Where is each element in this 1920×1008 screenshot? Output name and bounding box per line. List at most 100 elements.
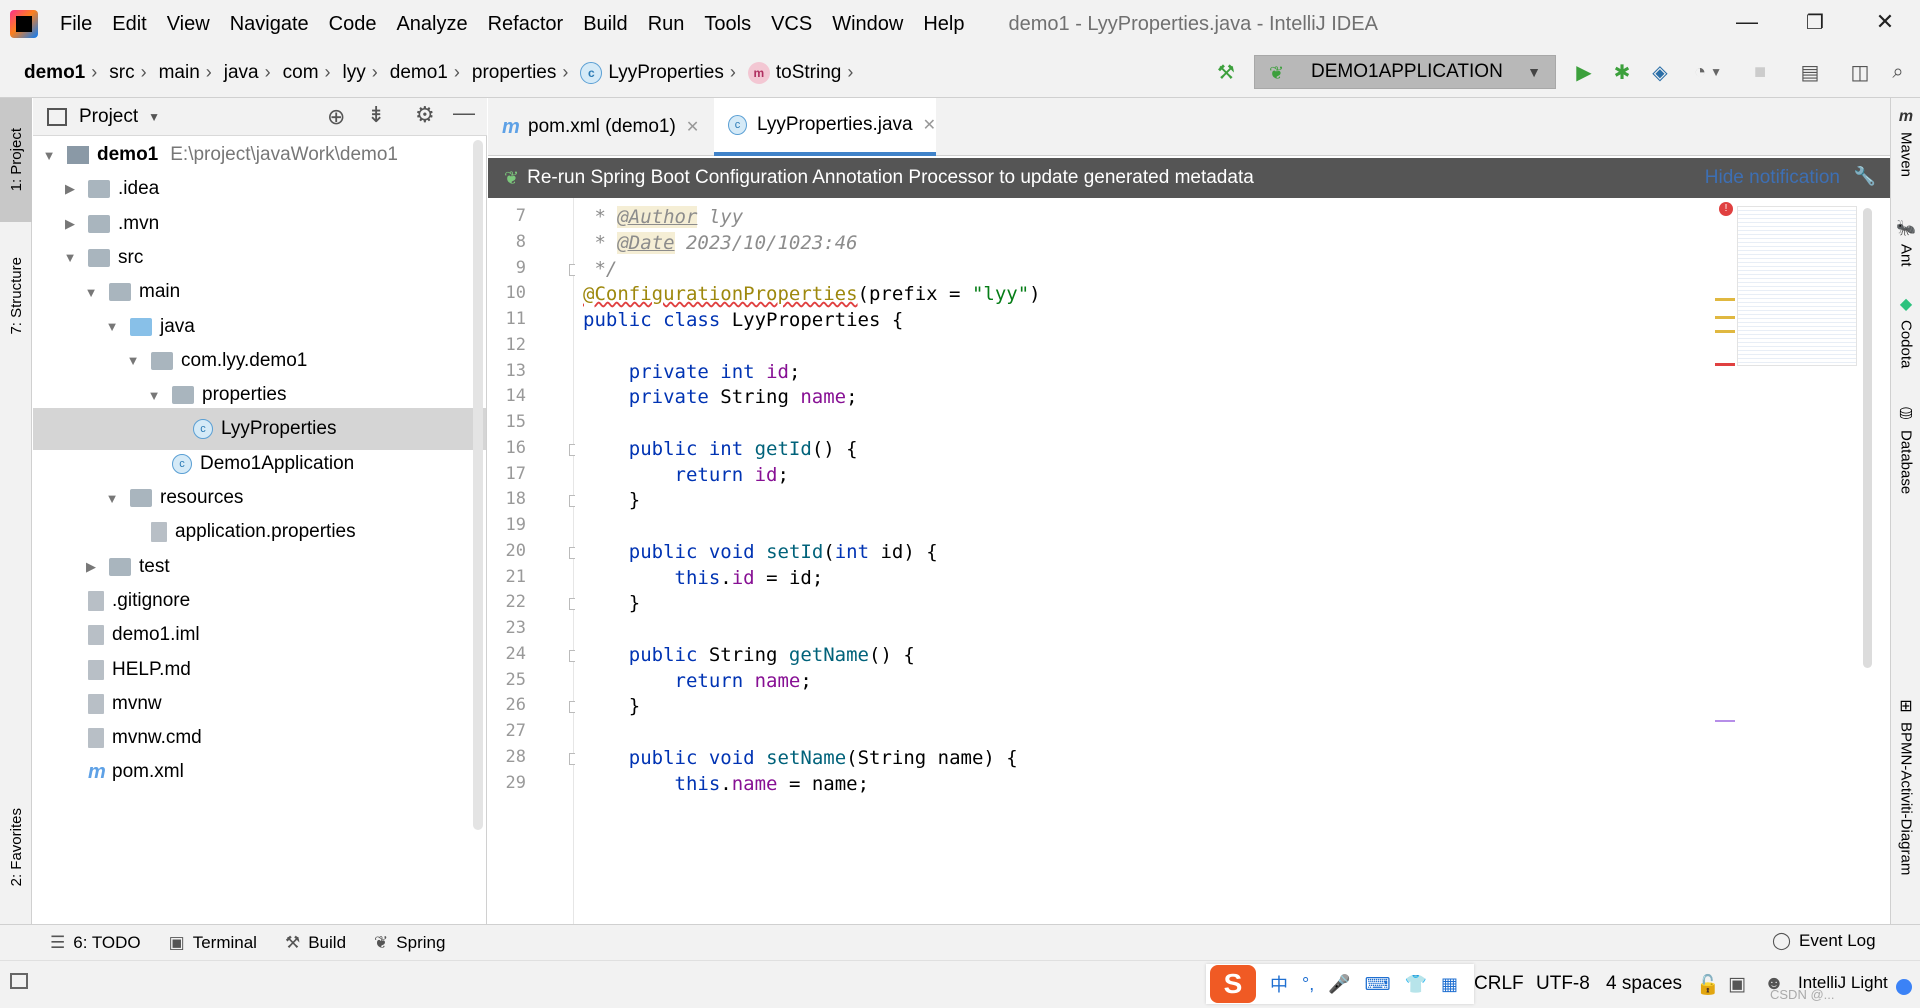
close-button[interactable]: ✕ [1852,0,1918,44]
breadcrumb-item[interactable]: demo1 › [24,62,109,84]
menu-build[interactable]: Build [573,13,637,36]
locate-icon[interactable]: ⊕ [327,104,345,130]
menu-window[interactable]: Window [822,13,913,36]
expanded-arrow-icon[interactable]: ▼ [62,250,78,265]
collapsed-arrow-icon[interactable]: ▶ [83,559,99,575]
breadcrumb-item[interactable]: demo1 › [390,62,472,84]
menu-run[interactable]: Run [638,13,695,36]
expanded-arrow-icon[interactable]: ▼ [125,353,141,368]
menu-view[interactable]: View [157,13,220,36]
code-line[interactable]: * @Date 2023/10/1023:46 [583,228,858,259]
menu-file[interactable]: File [50,13,102,36]
hide-panel-icon[interactable]: — [453,100,475,126]
profile-icon[interactable]: ◔ ▼ [1684,58,1732,86]
ime-punctuation-icon[interactable]: °, [1302,974,1314,995]
tool-windows-toggle-icon[interactable] [10,973,28,989]
editor-scrollbar[interactable] [1863,208,1872,668]
code-line[interactable]: } [583,485,640,516]
error-marker[interactable] [1715,363,1735,366]
debug-icon[interactable]: ✱ [1608,58,1636,86]
tab-structure[interactable]: 7: Structure [0,236,32,356]
search-icon[interactable]: ⌕ [1884,58,1912,86]
keyboard-icon[interactable]: ⌨ [1365,974,1391,995]
chevron-down-icon[interactable]: ▼ [148,110,160,124]
hammer-icon[interactable]: ⚒ [1212,58,1240,86]
breadcrumb-item[interactable]: java › [224,62,283,84]
notification-dot-icon[interactable] [1896,979,1912,995]
tab-project[interactable]: 1: Project [0,98,32,222]
breadcrumb-item[interactable]: properties › [472,62,581,84]
toolbox-icon[interactable]: ▦ [1441,974,1458,995]
line-separator[interactable]: CRLF [1474,973,1524,995]
file-encoding[interactable]: UTF-8 [1536,973,1590,995]
menu-help[interactable]: Help [913,13,974,36]
indent-setting[interactable]: 4 spaces [1606,973,1682,995]
expanded-arrow-icon[interactable]: ▼ [104,319,120,334]
tool-button-6-todo[interactable]: ☰ 6: TODO [50,933,141,953]
tab-codota[interactable]: ◆ Codota [1891,294,1920,368]
coverage-icon[interactable]: ◈ [1646,58,1674,86]
tab-ant[interactable]: 🐜 Ant [1891,218,1920,267]
collapse-all-icon[interactable]: ⇟ [367,102,385,128]
project-structure-icon[interactable]: ▤ [1796,58,1824,86]
run-configuration-select[interactable]: ❦ DEMO1APPLICATION ▼ [1254,55,1556,89]
terminal-icon[interactable]: ▣ [1728,973,1746,996]
warning-marker[interactable] [1715,330,1735,333]
tab-bpmn[interactable]: ⊞ BPMN-Activiti-Diagram [1891,696,1920,875]
error-indicator-icon[interactable]: ! [1719,202,1733,216]
code-line[interactable]: } [583,691,640,722]
tab-database[interactable]: ⛁ Database [1891,404,1920,494]
hide-notification-link[interactable]: Hide notification [1705,167,1840,189]
menu-refactor[interactable]: Refactor [478,13,574,36]
minimize-button[interactable]: — [1714,0,1780,44]
tab-pom-xml[interactable]: m pom.xml (demo1) ✕ [488,98,712,156]
warning-marker[interactable] [1715,316,1735,319]
microphone-icon[interactable]: 🎤 [1328,974,1350,995]
info-marker[interactable] [1715,720,1735,722]
breadcrumb-item[interactable]: main › [159,62,224,84]
tree-scrollbar[interactable] [473,140,483,830]
warning-marker[interactable] [1715,298,1735,301]
tab-maven[interactable]: m Maven [1891,108,1920,177]
code-line[interactable]: } [583,588,640,619]
expanded-arrow-icon[interactable]: ▼ [41,148,57,163]
close-tab-icon[interactable]: ✕ [923,115,936,135]
code-editor[interactable]: * @Author lyy * @Date 2023/10/1023:46 */… [575,198,1715,924]
expanded-arrow-icon[interactable]: ▼ [104,491,120,506]
close-tab-icon[interactable]: ✕ [686,117,699,137]
breadcrumb-item[interactable]: lyy › [343,62,390,84]
menu-edit[interactable]: Edit [102,13,156,36]
breadcrumb-item[interactable]: src › [109,62,158,84]
menu-tools[interactable]: Tools [694,13,761,36]
code-minimap[interactable]: ! [1715,198,1890,924]
expanded-arrow-icon[interactable]: ▼ [146,388,162,403]
event-log-button[interactable]: ◯ Event Log [1772,931,1876,951]
collapsed-arrow-icon[interactable]: ▶ [62,216,78,232]
ime-language-icon[interactable]: 中 [1270,971,1288,997]
lock-icon[interactable]: 🔓 [1696,973,1720,997]
gear-icon[interactable]: ⚙ [415,102,435,128]
menu-vcs[interactable]: VCS [761,13,822,36]
code-line[interactable]: public class LyyProperties { [583,305,903,336]
tab-lyyproperties-java[interactable]: c LyyProperties.java ✕ [714,98,936,156]
project-view-title[interactable]: Project [79,106,138,128]
run-icon[interactable]: ▶ [1570,58,1598,86]
code-line[interactable]: this.name = name; [583,769,870,800]
breadcrumb-item[interactable]: com › [283,62,343,84]
tool-button-terminal[interactable]: ▣ Terminal [169,933,257,953]
collapsed-arrow-icon[interactable]: ▶ [62,181,78,197]
stop-icon[interactable]: ■ [1746,58,1774,86]
breadcrumb-item[interactable]: c LyyProperties › [580,61,747,84]
menu-code[interactable]: Code [319,13,387,36]
sogou-logo-icon[interactable]: S [1210,965,1256,1003]
skin-icon[interactable]: 👕 [1405,974,1427,995]
breadcrumb-item[interactable]: m toString › [747,61,865,84]
maximize-button[interactable]: ❐ [1782,0,1848,44]
menu-analyze[interactable]: Analyze [386,13,477,36]
code-line[interactable]: private String name; [583,382,858,413]
menu-navigate[interactable]: Navigate [220,13,319,36]
tree-item-pom-xml[interactable]: m pom.xml [33,751,486,793]
tab-favorites[interactable]: 2: Favorites [0,792,32,902]
wrench-icon[interactable]: 🔧 [1854,166,1876,187]
expanded-arrow-icon[interactable]: ▼ [83,285,99,300]
